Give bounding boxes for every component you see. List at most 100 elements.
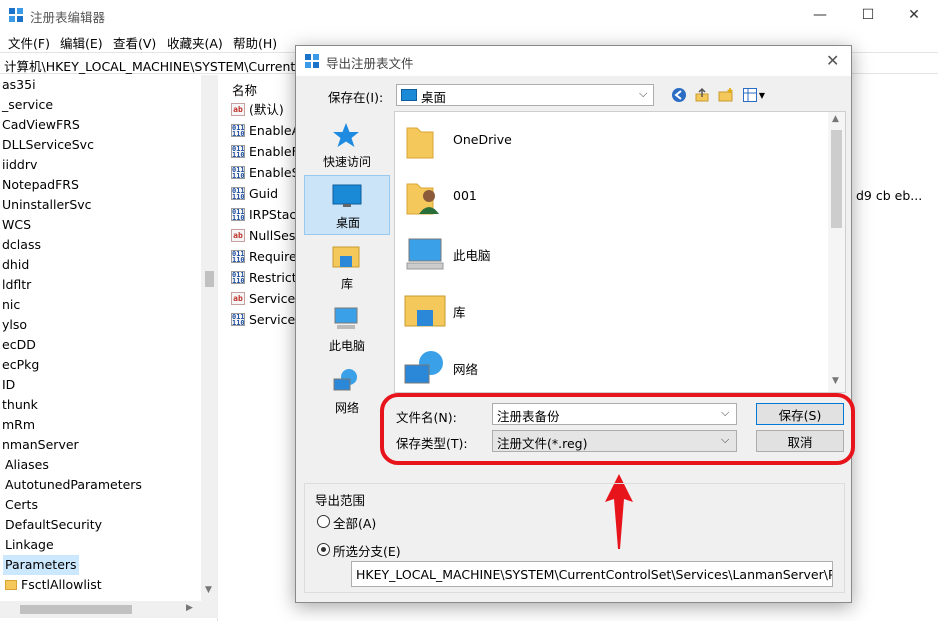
file-item-onedrive[interactable]: OneDrive [403,116,823,166]
new-folder-button[interactable] [717,86,735,104]
radio-all[interactable] [317,515,330,528]
folder-icon [406,127,434,159]
tree-item[interactable]: ID [2,375,15,395]
tree-item[interactable]: dclass [2,235,41,255]
folder-icon [5,580,17,590]
file-list-scrollbar[interactable]: ▲ ▼ [828,112,845,392]
tree-item-label: FsctlAllowlist [21,577,102,592]
tree-item[interactable]: _service [2,95,53,115]
scroll-thumb[interactable] [831,130,842,228]
tree-horizontal-scrollbar[interactable]: ▶ [0,601,218,618]
computer-icon [406,238,444,270]
maximize-button[interactable]: ☐ [844,0,892,30]
tree-item[interactable]: ldfltr [2,275,31,295]
menu-help[interactable]: 帮助(H) [233,33,277,52]
place-label: 库 [340,277,353,291]
place-quick-access[interactable]: 快速访问 [304,115,390,175]
tree-item[interactable]: ylso [2,315,27,335]
radio-selected-branch-label[interactable]: 所选分支(E) [333,541,401,560]
branch-path-input[interactable]: HKEY_LOCAL_MACHINE\SYSTEM\CurrentControl… [351,561,833,587]
tree-item[interactable]: Certs [5,495,38,515]
file-item-libraries[interactable]: 库 [403,286,823,336]
save-in-value: 桌面 [421,90,447,105]
tree-item[interactable]: as35i [2,75,36,95]
radio-selected-branch[interactable] [317,543,330,556]
place-label: 此电脑 [328,339,365,353]
scroll-down-icon[interactable]: ▼ [832,376,839,386]
tree-item[interactable]: CadViewFRS [2,115,80,135]
value-row[interactable]: 011 110 ServiceD [231,309,305,330]
scroll-thumb[interactable] [205,271,214,287]
tree-item[interactable]: DefaultSecurity [5,515,102,535]
menu-file[interactable]: 文件(F) [8,33,50,52]
value-row[interactable]: ab ServiceD [231,288,305,309]
value-row[interactable]: 011 110 Guid [231,183,278,204]
place-desktop[interactable]: 桌面 [304,175,390,235]
value-row[interactable]: 011 110 RequireS [231,246,305,267]
menu-view[interactable]: 查看(V) [113,33,156,52]
tree-item[interactable]: thunk [2,395,38,415]
app-title: 注册表编辑器 [30,10,106,25]
place-libraries[interactable]: 库 [304,237,390,297]
place-network[interactable]: 网络 [304,361,390,421]
view-menu-button[interactable]: ▼ [741,86,767,104]
value-name: (默认) [249,102,284,117]
tree-item[interactable]: WCS [2,215,31,235]
radio-all-label[interactable]: 全部(A) [333,513,376,532]
tree-item[interactable]: Aliases [5,455,49,475]
place-label: 网络 [334,401,359,415]
tree-item[interactable]: DLLServiceSvc [2,135,94,155]
scroll-right-icon[interactable]: ▶ [186,603,193,613]
tree-item[interactable]: FsctlAllowlist [5,575,102,595]
file-label: 001 [453,188,477,203]
dialog-close-button[interactable]: ✕ [826,51,839,70]
tree-item[interactable]: nic [2,295,20,315]
menu-favorites[interactable]: 收藏夹(A) [167,33,223,52]
registry-editor-icon [9,8,23,22]
up-folder-icon [695,87,709,102]
minimize-button[interactable]: — [796,0,844,30]
scroll-up-icon[interactable]: ▲ [832,114,839,124]
radio-dot [321,547,326,552]
user-folder-icon [406,183,439,215]
file-list[interactable]: OneDrive 001 此电脑 库 网络 ▲ ▼ [394,111,846,393]
guid-value-data: d9 cb eb... [856,188,923,203]
column-header-name[interactable]: 名称 [232,80,257,99]
tree-item[interactable]: ecPkg [2,355,39,375]
tree-item[interactable]: ecDD [2,335,36,355]
up-folder-button[interactable] [693,86,711,104]
tree-item[interactable]: dhid [2,255,29,275]
close-button[interactable]: ✕ [890,0,938,30]
place-this-pc[interactable]: 此电脑 [304,299,390,359]
value-row[interactable]: ab (默认) [231,99,284,120]
tree-item[interactable]: Linkage [5,535,54,555]
file-label: 库 [453,305,466,320]
save-in-dropdown[interactable]: 桌面 ⌵ [396,84,654,106]
menu-edit[interactable]: 编辑(E) [60,33,103,52]
file-item-network[interactable]: 网络 [403,343,823,392]
tree-vertical-scrollbar[interactable]: ▼ [201,75,218,603]
binary-value-icon: 011 110 [231,271,245,284]
tree-item[interactable]: iiddrv [2,155,37,175]
value-row[interactable]: 011 110 EnableA [231,120,300,141]
highlight-annotation [380,393,855,465]
back-button[interactable] [670,86,688,104]
scroll-thumb[interactable] [20,605,132,614]
tree-item[interactable]: nmanServer [2,435,79,455]
file-item-this-pc[interactable]: 此电脑 [403,229,823,279]
binary-value-icon: 011 110 [231,313,245,326]
tree-item[interactable]: NotepadFRS [2,175,79,195]
tree-item[interactable]: AutotunedParameters [5,475,142,495]
scroll-down-icon[interactable]: ▼ [205,585,212,595]
value-row[interactable]: 011 110 IRPStack [231,204,304,225]
file-item-user[interactable]: 001 [403,172,823,222]
tree-item-selected[interactable]: Parameters [3,555,79,575]
value-name: EnableA [249,123,301,138]
tree-item[interactable]: UninstallerSvc [2,195,92,215]
tree-item[interactable]: mRm [2,415,35,435]
place-label: 快速访问 [322,155,371,169]
value-row[interactable]: ab NullSess [231,225,302,246]
dialog-title: 导出注册表文件 [326,56,414,71]
key-tree[interactable]: as35i _service CadViewFRS DLLServiceSvc … [0,75,218,621]
branch-path-value: HKEY_LOCAL_MACHINE\SYSTEM\CurrentControl… [356,567,833,582]
